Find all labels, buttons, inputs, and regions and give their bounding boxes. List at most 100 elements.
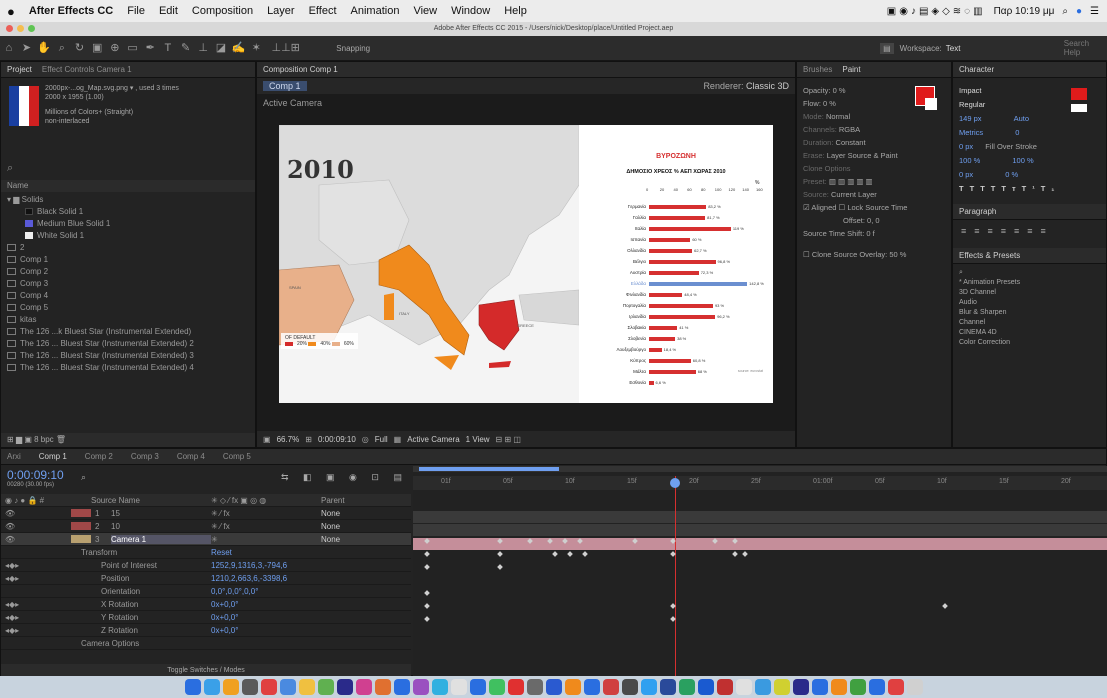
- dock-app-icon[interactable]: [374, 679, 391, 695]
- property-value[interactable]: 1252,9,1316,3,-794,6: [211, 561, 287, 570]
- list-item[interactable]: kitas: [7, 314, 255, 326]
- list-item[interactable]: The 126 ... Bluest Star (Instrumental Ex…: [7, 338, 255, 350]
- preset-icons[interactable]: ▥ ▥ ▥ ▥ ▥: [829, 177, 873, 186]
- tsume-value[interactable]: 0 %: [1005, 170, 1018, 179]
- search-icon[interactable]: ⌕: [1062, 6, 1068, 17]
- grid-icon[interactable]: ⊞: [305, 435, 312, 444]
- list-item[interactable]: 2: [7, 242, 255, 254]
- renderer-value[interactable]: Classic 3D: [746, 81, 789, 91]
- background-color-swatch[interactable]: [925, 98, 937, 110]
- dock-app-icon[interactable]: [545, 679, 562, 695]
- dock-app-icon[interactable]: [431, 679, 448, 695]
- camera-tool-icon[interactable]: ▣: [89, 40, 105, 56]
- property-row[interactable]: Orientation 0,0°,0,0°,0,0°: [1, 585, 411, 598]
- dock-app-icon[interactable]: [241, 679, 258, 695]
- list-item[interactable]: The 126 ... Bluest Star (Instrumental Ex…: [7, 350, 255, 362]
- dock-app-icon[interactable]: [222, 679, 239, 695]
- workspace-icon[interactable]: ▤: [880, 42, 894, 54]
- kerning-value[interactable]: 0: [1015, 128, 1019, 137]
- menu-window[interactable]: Window: [444, 5, 497, 17]
- keyframe-icon[interactable]: [582, 551, 588, 557]
- dock-app-icon[interactable]: [659, 679, 676, 695]
- keyframe-icon[interactable]: [732, 551, 738, 557]
- dock-app-icon[interactable]: [507, 679, 524, 695]
- dock-app-icon[interactable]: [716, 679, 733, 695]
- menu-edit[interactable]: Edit: [152, 5, 185, 17]
- property-value[interactable]: 0,0°,0,0°,0,0°: [211, 587, 258, 596]
- offset-value[interactable]: Offset: 0, 0: [803, 214, 945, 227]
- layer-name[interactable]: Camera 1: [111, 534, 211, 544]
- menu-view[interactable]: View: [406, 5, 444, 17]
- puppet-tool-icon[interactable]: ✶: [248, 40, 264, 56]
- all-caps-button[interactable]: TT: [980, 184, 1001, 193]
- dock-app-icon[interactable]: [640, 679, 657, 695]
- eraser-tool-icon[interactable]: ◪: [213, 40, 229, 56]
- source-time-shift[interactable]: Source Time Shift: 0 f: [803, 227, 945, 240]
- clone-overlay-checkbox[interactable]: ☐: [803, 250, 812, 259]
- keyframe-icon[interactable]: [424, 603, 430, 609]
- view-options-icon[interactable]: ⊟ ⊞ ◫: [496, 435, 521, 444]
- dock-app-icon[interactable]: [678, 679, 695, 695]
- parent-select[interactable]: None: [321, 522, 381, 531]
- effect-category[interactable]: * Animation Presets: [959, 278, 1100, 288]
- dock-app-icon[interactable]: [298, 679, 315, 695]
- camera-select[interactable]: Active Camera: [407, 435, 459, 444]
- axis-icons[interactable]: ⊥⊥⊞: [266, 40, 305, 56]
- subscript-button[interactable]: T₁: [1041, 184, 1061, 193]
- effect-category[interactable]: 3D Channel: [959, 288, 1100, 298]
- list-item[interactable]: Black Solid 1: [7, 206, 255, 218]
- property-row[interactable]: ◂◆▸ X Rotation 0x+0,0°: [1, 598, 411, 611]
- small-caps-button[interactable]: Tт: [1001, 184, 1021, 193]
- list-item[interactable]: Comp 1: [7, 254, 255, 266]
- parent-header[interactable]: Parent: [321, 496, 345, 505]
- name-column-header[interactable]: Name: [1, 180, 255, 192]
- search-help-input[interactable]: Search Help: [1064, 39, 1107, 57]
- horizontal-scale-value[interactable]: 100 %: [1012, 156, 1033, 165]
- dock-app-icon[interactable]: [260, 679, 277, 695]
- property-row[interactable]: ◂◆▸ Y Rotation 0x+0,0°: [1, 611, 411, 624]
- region-icon[interactable]: ▦: [394, 435, 402, 444]
- layer-name[interactable]: 10: [111, 522, 211, 531]
- dock-app-icon[interactable]: [583, 679, 600, 695]
- notification-icon[interactable]: ☰: [1090, 6, 1099, 17]
- erase-select[interactable]: Layer Source & Paint: [827, 151, 898, 160]
- minimize-icon[interactable]: [17, 25, 24, 32]
- list-item[interactable]: Medium Blue Solid 1: [7, 218, 255, 230]
- superscript-button[interactable]: T¹: [1022, 184, 1041, 193]
- list-item[interactable]: Comp 5: [7, 302, 255, 314]
- property-row[interactable]: ◂◆▸ Position 1210,2,663,6,-3398,6: [1, 572, 411, 585]
- tab-effects-presets[interactable]: Effects & Presets: [959, 251, 1020, 260]
- clock[interactable]: Παρ 10:19 μμ: [994, 6, 1055, 17]
- list-item[interactable]: The 126 ...k Bluest Star (Instrumental E…: [7, 326, 255, 338]
- tab-timeline-comp1[interactable]: Comp 1: [39, 452, 67, 461]
- rotate-tool-icon[interactable]: ↻: [72, 40, 88, 56]
- new-comp-icon[interactable]: ▣: [24, 435, 34, 444]
- dock-app-icon[interactable]: [317, 679, 334, 695]
- property-value[interactable]: 0x+0,0°: [211, 626, 238, 635]
- menu-layer[interactable]: Layer: [260, 5, 302, 17]
- keyframe-icon[interactable]: [742, 551, 748, 557]
- list-item[interactable]: The 126 ... Bluest Star (Instrumental Ex…: [7, 362, 255, 374]
- menu-effect[interactable]: Effect: [302, 5, 344, 17]
- dock-app-icon[interactable]: [393, 679, 410, 695]
- tab-brushes[interactable]: Brushes: [803, 65, 832, 74]
- dock-app-icon[interactable]: [735, 679, 752, 695]
- dock-app-icon[interactable]: [203, 679, 220, 695]
- effect-category[interactable]: Audio: [959, 298, 1100, 308]
- always-preview-icon[interactable]: ▣: [263, 435, 271, 444]
- stroke-type-select[interactable]: Fill Over Stroke: [985, 142, 1037, 151]
- timeline-switch-icons[interactable]: ⇆ ◧ ▣ ◉ ⊡ ▤: [281, 472, 408, 483]
- tab-timeline-comp5[interactable]: Comp 5: [223, 452, 251, 461]
- resolution-select[interactable]: Full: [375, 435, 388, 444]
- dock-app-icon[interactable]: [849, 679, 866, 695]
- type-tool-icon[interactable]: T: [160, 40, 176, 56]
- effect-category[interactable]: CINEMA 4D: [959, 328, 1100, 338]
- keyframe-icon[interactable]: [552, 551, 558, 557]
- keyframe-icon[interactable]: [567, 551, 573, 557]
- close-icon[interactable]: [6, 25, 13, 32]
- paragraph-align-icons[interactable]: ≡≡≡≡≡≡≡: [953, 220, 1106, 242]
- snapshot-icon[interactable]: ◎: [362, 435, 369, 444]
- keyframe-icon[interactable]: [942, 603, 948, 609]
- tab-character[interactable]: Character: [959, 65, 994, 74]
- selection-tool-icon[interactable]: ➤: [19, 40, 35, 56]
